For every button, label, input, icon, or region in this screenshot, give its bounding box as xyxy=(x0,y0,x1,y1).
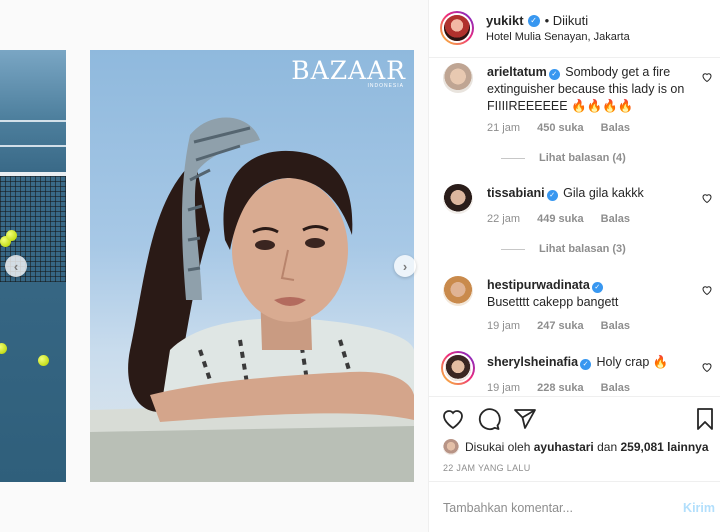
reply-button[interactable]: Balas xyxy=(601,320,630,332)
divider xyxy=(501,157,525,159)
comment-text: tissabiani ✓ Gila gila kakkk xyxy=(487,185,687,202)
media-carousel: BAZAAR INDONESIA ‹ › xyxy=(0,0,428,532)
verified-icon: ✓ xyxy=(548,69,560,80)
avatar[interactable] xyxy=(443,63,473,93)
heart-icon[interactable] xyxy=(701,361,713,373)
magazine-logo-sub: INDONESIA xyxy=(367,83,404,89)
verified-icon: ✓ xyxy=(591,282,603,293)
comment-meta: 19 jam 228 suka Balas xyxy=(487,382,644,394)
comment-likes[interactable]: 449 suka xyxy=(537,213,583,225)
comment-time: 19 jam xyxy=(487,382,521,394)
liked-by: Disukai oleh ayuhastari dan 259,081 lain… xyxy=(443,439,709,455)
comment-time: 22 jam xyxy=(487,213,521,225)
comment-list[interactable]: arieltatum ✓ Sombody get a fire extinguis… xyxy=(429,58,720,396)
comment-content: Holy crap 🔥 xyxy=(596,355,669,369)
reply-button[interactable]: Balas xyxy=(601,122,630,134)
avatar[interactable] xyxy=(441,351,475,385)
verified-icon: ✓ xyxy=(580,359,592,370)
tennis-ball xyxy=(0,343,7,354)
divider xyxy=(501,248,525,250)
comment-likes[interactable]: 228 suka xyxy=(537,382,583,394)
court-line xyxy=(0,120,66,122)
comment-time: 21 jam xyxy=(487,122,521,134)
avatar[interactable] xyxy=(443,184,473,214)
comment-username[interactable]: hestipurwadinata xyxy=(487,278,590,292)
reply-button[interactable]: Balas xyxy=(601,213,630,225)
author-username[interactable]: yukikt xyxy=(486,13,524,28)
chevron-left-icon[interactable]: ‹ xyxy=(5,255,27,277)
follow-status[interactable]: • Diikuti xyxy=(545,13,589,28)
chevron-right-icon[interactable]: › xyxy=(394,255,416,277)
heart-icon[interactable] xyxy=(701,192,713,204)
avatar[interactable] xyxy=(443,276,473,306)
post-actions: Disukai oleh ayuhastari dan 259,081 lain… xyxy=(429,396,720,532)
view-replies-label[interactable]: Lihat balasan (4) xyxy=(539,152,626,164)
comment-username[interactable]: arieltatum xyxy=(487,65,547,79)
comment-text: sherylsheinafia ✓ Holy crap 🔥 xyxy=(487,354,687,371)
bookmark-icon[interactable] xyxy=(693,407,717,431)
post-comment-button[interactable]: Kirim xyxy=(683,501,715,515)
court-line xyxy=(0,145,66,147)
post-location[interactable]: Hotel Mulia Senayan, Jakarta xyxy=(486,31,630,43)
post-timestamp[interactable]: 22 JAM YANG LALU xyxy=(443,463,531,473)
avatar[interactable] xyxy=(440,11,474,45)
liked-prefix: Disukai oleh xyxy=(465,440,531,454)
post-panel: yukikt ✓ • Diikuti Hotel Mulia Senayan, … xyxy=(428,0,720,532)
verified-icon: ✓ xyxy=(527,14,540,27)
comment-meta: 22 jam 449 suka Balas xyxy=(487,213,644,225)
comment-content: Busetttt cakepp bangett xyxy=(487,295,619,309)
comment-username[interactable]: tissabiani xyxy=(487,186,545,200)
view-replies[interactable]: Lihat balasan (4) xyxy=(501,152,626,164)
comment-likes[interactable]: 450 suka xyxy=(537,122,583,134)
add-comment-bar: Kirim xyxy=(429,481,720,532)
comment-content: Gila gila kakkk xyxy=(563,186,644,200)
comment-time: 19 jam xyxy=(487,320,521,332)
liked-and: dan xyxy=(597,440,618,454)
comment-likes[interactable]: 247 suka xyxy=(537,320,583,332)
reply-button[interactable]: Balas xyxy=(601,382,630,394)
magazine-logo: BAZAAR xyxy=(291,56,406,85)
avatar[interactable] xyxy=(443,439,459,455)
verified-icon: ✓ xyxy=(546,190,558,201)
heart-icon[interactable] xyxy=(701,284,713,296)
comment-meta: 21 jam 450 suka Balas xyxy=(487,122,644,134)
comment-username[interactable]: sherylsheinafia xyxy=(487,355,578,369)
comment-text: arieltatum ✓ Sombody get a fire extinguis… xyxy=(487,64,687,115)
comment-icon[interactable] xyxy=(477,407,501,431)
heart-icon[interactable] xyxy=(441,407,465,431)
tennis-ball xyxy=(38,355,49,366)
view-replies-label[interactable]: Lihat balasan (3) xyxy=(539,243,626,255)
main-photo[interactable]: BAZAAR INDONESIA xyxy=(90,50,414,482)
liked-user[interactable]: ayuhastari xyxy=(534,440,594,454)
comment-text: hestipurwadinata ✓ Busetttt cakepp banget… xyxy=(487,277,637,311)
post-author: yukikt ✓ • Diikuti xyxy=(486,13,588,28)
view-replies[interactable]: Lihat balasan (3) xyxy=(501,243,626,255)
liked-count[interactable]: 259,081 lainnya xyxy=(620,440,708,454)
tennis-ball xyxy=(6,230,17,241)
comment-meta: 19 jam 247 suka Balas xyxy=(487,320,644,332)
share-icon[interactable] xyxy=(513,407,537,431)
post-header: yukikt ✓ • Diikuti Hotel Mulia Senayan, … xyxy=(429,0,720,58)
comment-input[interactable] xyxy=(443,498,663,518)
heart-icon[interactable] xyxy=(701,71,713,83)
portrait-illustration xyxy=(90,117,414,482)
